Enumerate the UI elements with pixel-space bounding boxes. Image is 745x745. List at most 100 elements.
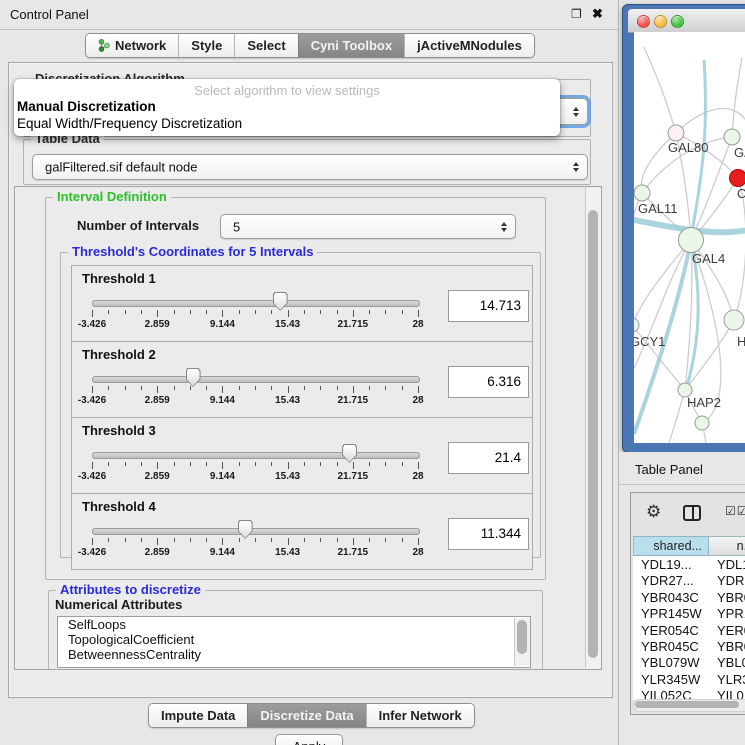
tab-discretize-data[interactable]: Discretize Data [247, 704, 365, 727]
column-header[interactable]: n... [709, 536, 745, 556]
tick-mark [385, 386, 386, 390]
network-node[interactable] [634, 318, 639, 332]
network-node[interactable] [695, 416, 709, 430]
tick-mark [288, 538, 289, 545]
table-data-combobox[interactable]: galFiltered.sif default node [32, 154, 588, 180]
combo-stepper-icon[interactable] [573, 162, 579, 172]
threshold-value-field[interactable]: 14.713 [448, 290, 529, 322]
tick-mark [157, 310, 158, 317]
slider-track[interactable] [92, 452, 420, 459]
attribute-item[interactable]: BetweennessCentrality [58, 647, 530, 662]
slider-knob[interactable] [273, 292, 288, 311]
table-row[interactable]: YBR043CYBR0 [633, 589, 745, 605]
slider-knob[interactable] [186, 368, 201, 387]
tab-impute-data[interactable]: Impute Data [149, 704, 247, 727]
cyni-toolbox-content: Discretization Algorithm Table Data galF… [8, 62, 613, 698]
network-node[interactable] [679, 228, 704, 253]
tick-mark [222, 538, 223, 545]
column-header[interactable]: shared... [633, 536, 709, 556]
table-toolbar: ⚙ ☑☑ [631, 493, 745, 533]
tick-mark [125, 386, 126, 390]
table-cell: YBR043C [633, 589, 709, 605]
tab-jactivemnodules[interactable]: jActiveMNodules [404, 34, 534, 57]
network-window-titlebar[interactable] [628, 9, 745, 33]
algorithm-option[interactable]: Manual Discretization [14, 98, 560, 115]
attribute-item[interactable]: SelfLoops [58, 617, 530, 632]
attributes-scrollbar-thumb[interactable] [517, 620, 527, 654]
threshold-label: Threshold 2 [82, 347, 156, 362]
threshold-value-field[interactable]: 6.316 [448, 366, 529, 398]
tick-label: 21.715 [328, 547, 378, 558]
tick-mark [271, 386, 272, 390]
slider-track[interactable] [92, 376, 420, 383]
tab-network[interactable]: Network [86, 34, 178, 57]
table-row[interactable]: YBR045CYBR0 [633, 638, 745, 654]
tab-cyni-toolbox[interactable]: Cyni Toolbox [298, 34, 404, 57]
close-traffic-light-icon[interactable] [637, 15, 650, 28]
table-cell: YDR27... [633, 572, 709, 588]
settings-scrollbar-thumb[interactable] [588, 210, 598, 658]
network-node[interactable] [724, 310, 744, 330]
tick-mark [190, 462, 191, 466]
combo-stepper-icon[interactable] [501, 222, 507, 232]
settings-scrollbar[interactable] [585, 188, 601, 668]
tick-mark [402, 310, 403, 314]
table-row[interactable]: YER054CYER0 [633, 622, 745, 638]
network-node[interactable] [634, 185, 650, 201]
tick-mark [369, 538, 370, 542]
select-checkboxes-icon[interactable]: ☑☑ [725, 504, 745, 518]
attribute-item[interactable]: TopologicalCoefficient [58, 632, 530, 647]
tick-mark [239, 462, 240, 466]
table-row[interactable]: YDR27...YDR2 [633, 572, 745, 588]
algorithm-option[interactable]: Equal Width/Frequency Discretization [14, 115, 560, 132]
close-panel-icon[interactable]: ✖ [592, 6, 603, 22]
tick-mark [255, 538, 256, 542]
combo-stepper-icon[interactable] [573, 107, 579, 117]
numerical-attributes-list[interactable]: SelfLoopsTopologicalCoefficientBetweenne… [57, 616, 531, 668]
zoom-traffic-light-icon[interactable] [671, 15, 684, 28]
tab-label: Cyni Toolbox [311, 38, 392, 53]
network-canvas[interactable]: GAL80GACGAL11GAL4GCY1HHAP2 [634, 32, 745, 443]
tick-mark [418, 386, 419, 393]
slider-knob[interactable] [342, 444, 357, 463]
table-row[interactable]: YPR145WYPR1 [633, 605, 745, 621]
threshold-row: Threshold 2-3.4262.8599.14415.4321.71528… [71, 341, 533, 418]
table-cell: YPR145W [633, 605, 709, 621]
threshold-value-field[interactable]: 21.4 [448, 442, 529, 474]
tick-label: 28 [393, 471, 443, 482]
group-title: Threshold's Coordinates for 5 Intervals [68, 244, 317, 259]
group-title: Attributes to discretize [56, 582, 205, 597]
slider-track[interactable] [92, 528, 420, 535]
table-horizontal-scrollbar[interactable] [633, 699, 745, 712]
network-node[interactable] [724, 129, 740, 145]
tick-mark [239, 386, 240, 390]
tab-style[interactable]: Style [178, 34, 234, 57]
table-scrollbar-thumb[interactable] [635, 701, 739, 708]
tick-mark [206, 386, 207, 390]
network-view-window: GAL80GACGAL11GAL4GCY1HHAP2 [622, 4, 745, 453]
tab-select[interactable]: Select [234, 34, 297, 57]
network-node[interactable] [730, 170, 745, 187]
tick-label: 21.715 [328, 319, 378, 330]
tab-label: Impute Data [161, 708, 235, 723]
slider-knob[interactable] [238, 520, 253, 539]
table-row[interactable]: YBL079WYBL0 [633, 654, 745, 670]
columns-icon[interactable] [683, 505, 701, 521]
tab-infer-network[interactable]: Infer Network [366, 704, 474, 727]
attributes-scrollbar[interactable] [514, 618, 530, 666]
table-row[interactable]: YDL19...YDL1 [633, 556, 745, 572]
slider-track[interactable] [92, 300, 420, 307]
tick-label: 9.144 [197, 395, 247, 406]
network-node[interactable] [668, 125, 684, 141]
threshold-label: Threshold 3 [82, 423, 156, 438]
threshold-value-field[interactable]: 11.344 [448, 518, 529, 550]
minimize-traffic-light-icon[interactable] [654, 15, 667, 28]
gear-icon[interactable]: ⚙ [646, 502, 661, 522]
number-of-intervals-combobox[interactable]: 5 [220, 214, 516, 239]
apply-button[interactable]: Apply [275, 734, 343, 745]
table-row[interactable]: YLR345WYLR3 [633, 671, 745, 687]
tick-mark [288, 310, 289, 317]
float-panel-icon[interactable]: ❐ [571, 7, 582, 21]
attributes-group: Attributes to discretize Numerical Attri… [48, 590, 543, 670]
tick-mark [418, 462, 419, 469]
